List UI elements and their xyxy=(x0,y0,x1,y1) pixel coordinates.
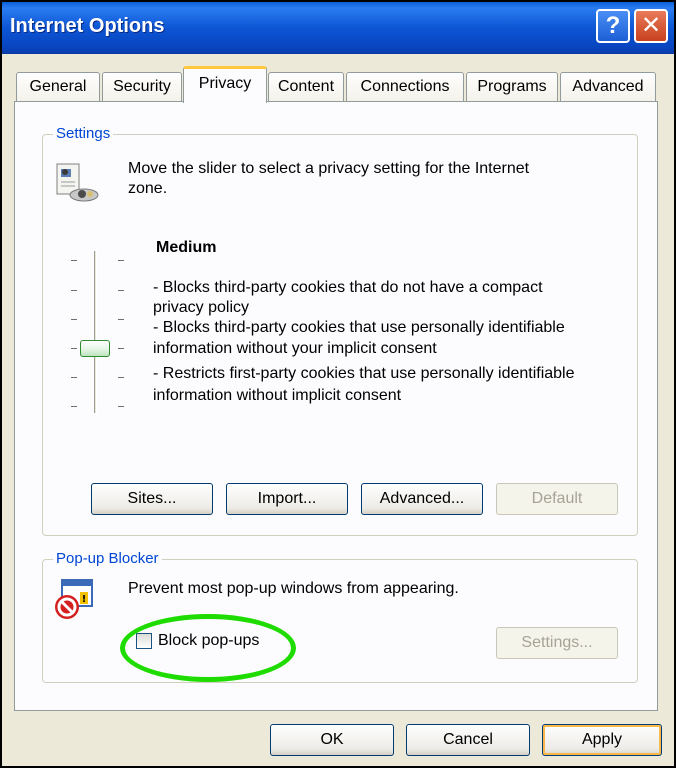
slider-tick xyxy=(71,290,77,291)
title-bar[interactable]: Internet Options ? ✕ xyxy=(2,2,674,54)
privacy-level-line: privacy policy xyxy=(153,299,250,316)
tab-advanced[interactable]: Advanced xyxy=(560,72,656,102)
privacy-slider-thumb[interactable] xyxy=(80,340,110,357)
tab-connections[interactable]: Connections xyxy=(346,72,464,102)
privacy-level-line: - Blocks third-party cookies that do not… xyxy=(153,279,543,296)
popup-blocker-icon: ! xyxy=(52,578,96,622)
svg-text:!: ! xyxy=(82,594,87,605)
close-icon[interactable]: ✕ xyxy=(634,9,668,43)
privacy-level-line: - Blocks third-party cookies that use pe… xyxy=(153,319,565,336)
privacy-level-line: information without your implicit consen… xyxy=(153,340,437,357)
cancel-button[interactable]: Cancel xyxy=(406,724,530,756)
import-button[interactable]: Import... xyxy=(226,483,348,515)
privacy-description-line2: zone. xyxy=(128,180,168,197)
apply-button[interactable]: Apply xyxy=(542,724,662,756)
slider-tick xyxy=(71,260,77,261)
privacy-slider-track[interactable] xyxy=(94,251,97,413)
settings-group-label: Settings xyxy=(53,125,114,142)
tab-general[interactable]: General xyxy=(16,72,100,102)
privacy-description-line1: Move the slider to select a privacy sett… xyxy=(128,160,530,177)
slider-tick xyxy=(71,319,77,320)
sites-button[interactable]: Sites... xyxy=(91,483,213,515)
default-button[interactable]: Default xyxy=(496,483,618,515)
tab-programs[interactable]: Programs xyxy=(466,72,558,102)
privacy-icon xyxy=(54,160,100,204)
popup-blocker-group: Pop-up Blocker xyxy=(42,550,638,683)
privacy-level-title: Medium xyxy=(156,239,217,256)
help-icon[interactable]: ? xyxy=(596,9,630,43)
slider-tick xyxy=(118,290,124,291)
advanced-button[interactable]: Advanced... xyxy=(361,483,483,515)
tab-content[interactable]: Content xyxy=(268,72,344,102)
block-popups-label[interactable]: Block pop-ups xyxy=(158,631,259,651)
slider-tick xyxy=(118,406,124,407)
ok-button[interactable]: OK xyxy=(270,724,394,756)
block-popups-checkbox[interactable] xyxy=(136,633,152,649)
slider-tick xyxy=(71,406,77,407)
internet-options-window: Internet Options ? ✕ General Security Pr… xyxy=(0,0,676,768)
slider-tick xyxy=(118,348,124,349)
privacy-level-line: - Restricts first-party cookies that use… xyxy=(153,365,575,382)
slider-tick xyxy=(71,377,77,378)
popup-blocker-description: Prevent most pop-up windows from appeari… xyxy=(128,580,459,597)
tab-security[interactable]: Security xyxy=(102,72,182,102)
popup-blocker-group-label: Pop-up Blocker xyxy=(53,550,162,567)
privacy-level-line: information without implicit consent xyxy=(153,387,402,404)
slider-tick xyxy=(118,377,124,378)
slider-tick xyxy=(118,260,124,261)
popup-settings-button[interactable]: Settings... xyxy=(496,627,618,659)
window-title: Internet Options xyxy=(10,15,165,37)
tab-privacy[interactable]: Privacy xyxy=(183,66,267,103)
slider-tick xyxy=(71,348,77,349)
slider-tick xyxy=(118,319,124,320)
